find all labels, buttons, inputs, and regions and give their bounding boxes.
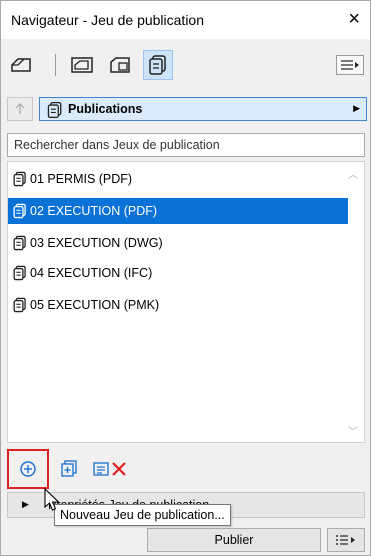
arrow-up-icon [15,103,25,114]
list-item-selected[interactable]: 02 EXECUTION (PDF) [8,198,348,224]
window-title: Navigateur - Jeu de publication [11,12,205,28]
list-item-label: 02 EXECUTION (PDF) [30,204,158,218]
publisher-sets-list: 01 PERMIS (PDF) 02 EXECUTION (PDF) 03 EX… [7,161,365,443]
publish-options-button[interactable] [327,528,365,552]
chevron-right-icon: ▶ [353,103,360,113]
list-item-label: 05 EXECUTION (PMK) [30,298,160,312]
new-folder-button[interactable] [55,455,83,483]
publisher-sets-navigator: Navigateur - Jeu de publication × Public… [0,0,371,556]
options-menu-button[interactable] [336,55,364,75]
scroll-down-icon[interactable]: ﹀ [348,423,358,438]
list-actions-bar [1,449,370,489]
scroll-up-icon[interactable]: ︿ [348,166,358,181]
view-map-icon [71,57,93,73]
list-item-label: 01 PERMIS (PDF) [30,172,133,186]
location-dropdown[interactable]: Publications ▶ [39,97,367,121]
publisher-sets-icon [46,101,64,122]
project-map-button[interactable] [7,50,37,80]
title-bar: Navigateur - Jeu de publication × [1,1,370,39]
view-map-button[interactable] [67,50,97,80]
delete-icon [112,462,126,476]
tooltip: Nouveau Jeu de publication... [54,504,231,526]
layout-book-icon [110,57,130,73]
list-item[interactable]: 05 EXECUTION (PMK) [8,292,348,318]
expand-arrow-icon: ▶ [22,499,29,509]
list-item[interactable]: 01 PERMIS (PDF) [8,166,348,192]
navigator-toolbar [1,44,370,84]
up-level-button[interactable] [7,97,33,121]
publisher-set-icon [12,203,28,219]
publisher-set-icon [12,171,28,187]
add-folder-icon [61,460,77,477]
new-publisher-set-button[interactable] [7,449,49,489]
list-item[interactable]: 04 EXECUTION (IFC) [8,260,348,286]
layout-book-button[interactable] [105,50,135,80]
publish-button[interactable]: Publier [147,528,321,552]
list-item-label: 03 EXECUTION (DWG) [30,236,163,250]
publisher-set-icon [12,235,28,251]
project-map-icon [11,58,31,72]
footer-bar: Publier [1,523,370,555]
list-item[interactable]: 03 EXECUTION (DWG) [8,230,348,256]
menu-icon [341,60,359,70]
mouse-cursor-icon [44,488,60,511]
publish-options-icon [336,535,355,545]
toolbar-separator [55,54,56,76]
location-label: Publications [68,102,143,116]
list-item-label: 04 EXECUTION (IFC) [30,266,153,280]
publisher-set-icon [12,265,28,281]
publisher-sets-icon [149,55,166,75]
close-button[interactable]: × [348,7,360,31]
publisher-set-icon [12,297,28,313]
path-bar: Publications ▶ [7,97,368,123]
add-set-icon [20,461,36,477]
search-input[interactable] [7,133,365,157]
delete-button[interactable] [105,455,133,483]
publisher-sets-button[interactable] [143,50,173,80]
